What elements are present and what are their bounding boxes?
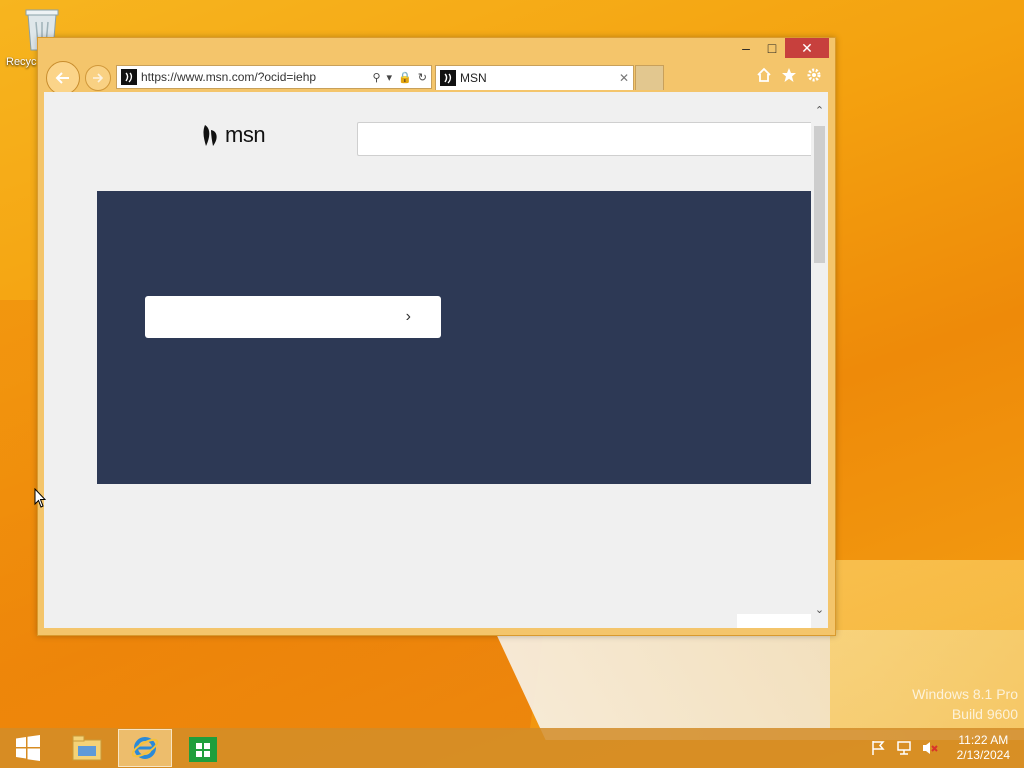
msn-search-input[interactable]: [357, 122, 813, 156]
hero-banner: ›: [97, 191, 811, 484]
refresh-icon[interactable]: ↻: [418, 71, 427, 84]
back-arrow-icon: [55, 72, 69, 84]
browser-toolbar: [755, 66, 823, 84]
favorites-star-icon[interactable]: [780, 66, 798, 84]
clock-date: 2/13/2024: [956, 748, 1010, 762]
forward-arrow-icon: [93, 73, 104, 83]
taskbar-file-explorer[interactable]: [60, 729, 114, 767]
page-footer-block: [737, 614, 811, 628]
scroll-thumb[interactable]: [814, 126, 825, 263]
forward-button[interactable]: [85, 65, 111, 91]
msn-logo[interactable]: msn: [201, 122, 266, 148]
window-controls: – □ ✕: [733, 38, 829, 58]
watermark-edition: Windows 8.1 Pro: [912, 686, 1018, 702]
home-icon[interactable]: [755, 66, 773, 84]
settings-gear-icon[interactable]: [805, 66, 823, 84]
close-button[interactable]: ✕: [785, 38, 829, 58]
mouse-pointer-icon: [34, 487, 47, 511]
new-tab-button[interactable]: [635, 65, 664, 90]
back-button[interactable]: [46, 61, 80, 95]
msn-favicon-icon: [440, 70, 456, 86]
lock-icon[interactable]: 🔒: [398, 71, 412, 84]
internet-explorer-window: – □ ✕ https://www.msn.com/?ocid=iehp ⚲ ▾…: [37, 37, 836, 636]
start-button[interactable]: [0, 729, 56, 767]
clock-time: 11:22 AM: [958, 733, 1009, 747]
chevron-right-icon: ›: [405, 308, 411, 325]
msn-logo-text: msn: [225, 122, 266, 147]
volume-muted-icon[interactable]: [921, 739, 939, 757]
hero-action-button[interactable]: ›: [145, 296, 441, 338]
scroll-down-icon[interactable]: ⌄: [811, 601, 828, 618]
vertical-scrollbar[interactable]: ⌃ ⌄: [811, 92, 828, 628]
search-icon[interactable]: ⚲: [372, 71, 380, 84]
minimize-icon: –: [742, 40, 750, 56]
start-icon: [16, 735, 40, 761]
address-tools: ⚲ ▾ 🔒 ↻: [372, 71, 431, 84]
tab-close-icon[interactable]: ✕: [615, 71, 633, 85]
taskbar-clock[interactable]: 11:22 AM 2/13/2024: [957, 733, 1010, 763]
windows-watermark: Windows 8.1 Pro Build 9600: [912, 684, 1018, 724]
msn-favicon-icon: [121, 69, 137, 85]
store-icon: [189, 737, 217, 762]
close-icon: ✕: [801, 39, 813, 56]
system-tray: 11:22 AM 2/13/2024: [869, 728, 1024, 768]
address-bar[interactable]: https://www.msn.com/?ocid=iehp ⚲ ▾ 🔒 ↻: [116, 65, 432, 89]
maximize-button[interactable]: □: [759, 38, 785, 58]
internet-explorer-icon: [131, 737, 159, 759]
file-explorer-icon: [72, 735, 102, 761]
taskbar: 11:22 AM 2/13/2024: [0, 728, 1024, 768]
network-icon[interactable]: [895, 739, 913, 757]
maximize-icon: □: [767, 40, 777, 56]
dropdown-icon[interactable]: ▾: [387, 71, 393, 84]
watermark-build: Build 9600: [951, 706, 1018, 722]
page-content: msn › ⌃ ⌄: [44, 92, 828, 628]
action-center-flag-icon[interactable]: [869, 739, 887, 757]
scroll-up-icon[interactable]: ⌃: [811, 102, 828, 119]
taskbar-internet-explorer[interactable]: [118, 729, 172, 767]
tab-title: MSN: [460, 71, 487, 85]
taskbar-store[interactable]: [176, 729, 230, 767]
msn-butterfly-icon: [203, 125, 217, 146]
tab-msn[interactable]: MSN ✕: [435, 65, 634, 90]
address-url[interactable]: https://www.msn.com/?ocid=iehp: [141, 70, 372, 84]
minimize-button[interactable]: –: [733, 38, 759, 58]
